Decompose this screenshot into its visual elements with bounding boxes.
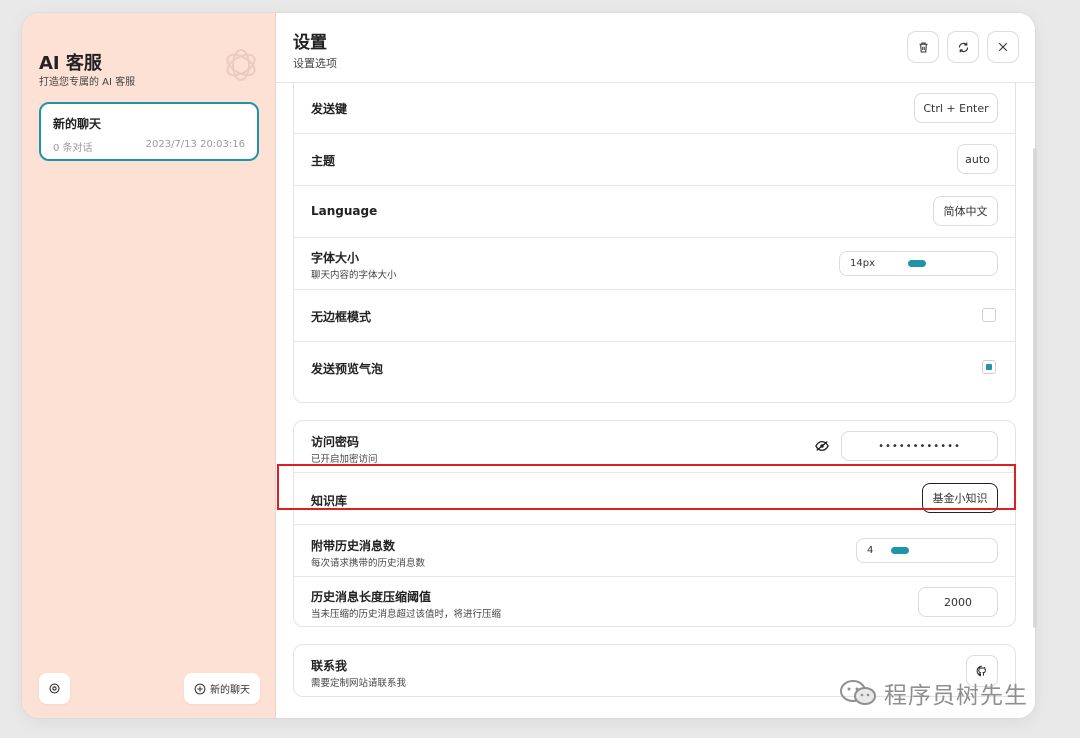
delete-button[interactable] — [907, 31, 939, 63]
new-chat-button[interactable]: 新的聊天 — [184, 673, 260, 704]
wechat-icon — [840, 680, 876, 705]
delete-icon — [918, 42, 928, 52]
send-preview-label: 发送预览气泡 — [311, 362, 384, 376]
compress-threshold-label: 历史消息长度压缩阈值 — [311, 590, 432, 604]
setting-compress-threshold: 历史消息长度压缩阈值 当未压缩的历史消息超过该值时，将进行压缩 2000 — [294, 577, 1015, 626]
app-subtitle: 打造您专属的 AI 客服 — [39, 77, 136, 88]
eye-off-icon[interactable] — [815, 440, 829, 452]
send-key-select[interactable]: Ctrl + Enter — [914, 93, 998, 123]
openai-logo-icon — [226, 49, 256, 81]
access-password-desc: 已开启加密访问 — [311, 454, 378, 465]
page-title: 设置 — [293, 33, 327, 53]
history-count-value: 4 — [867, 545, 874, 556]
history-count-desc: 每次请求携带的历史消息数 — [311, 558, 426, 569]
chat-item-title: 新的聊天 — [53, 117, 102, 131]
sidebar: AI 客服 打造您专属的 AI 客服 新的聊天 0 条对话 2023/7/13 … — [22, 13, 276, 718]
page-subtitle: 设置选项 — [293, 57, 337, 70]
setting-language: Language 简体中文 — [294, 186, 1015, 238]
settings-panel: 设置 设置选项 发送键 Ctrl + Enter 主题 auto Languag… — [276, 13, 1035, 718]
font-size-label: 字体大小 — [311, 251, 360, 265]
close-button[interactable] — [987, 31, 1019, 63]
scrollbar[interactable] — [1033, 148, 1037, 628]
setting-history-count: 附带历史消息数 每次请求携带的历史消息数 4 — [294, 525, 1015, 577]
compress-threshold-desc: 当未压缩的历史消息超过该值时，将进行压缩 — [311, 609, 502, 620]
send-preview-checkbox[interactable] — [982, 360, 996, 374]
knowledge-base-label: 知识库 — [311, 494, 348, 508]
font-size-desc: 聊天内容的字体大小 — [311, 270, 397, 281]
app-title: AI 客服 — [39, 53, 102, 74]
settings-button[interactable] — [39, 673, 70, 704]
contact-desc: 需要定制网站请联系我 — [311, 678, 407, 689]
setting-borderless: 无边框模式 — [294, 290, 1015, 342]
history-count-label: 附带历史消息数 — [311, 539, 396, 553]
language-label: Language — [311, 204, 378, 218]
setting-theme: 主题 auto — [294, 134, 1015, 186]
watermark: 程序员树先生 — [838, 676, 1028, 710]
borderless-checkbox[interactable] — [982, 308, 996, 322]
send-key-label: 发送键 — [311, 102, 348, 116]
history-count-slider[interactable]: 4 — [856, 538, 998, 563]
settings-content: 发送键 Ctrl + Enter 主题 auto Language 简体中文 字… — [276, 83, 1035, 718]
settings-group-access: 访问密码 已开启加密访问 •••••••••••• 知识库 基金小知识 附带历史… — [293, 420, 1016, 627]
borderless-label: 无边框模式 — [311, 310, 372, 324]
settings-gear-icon — [49, 683, 60, 694]
font-size-value: 14px — [850, 258, 875, 269]
app-window: AI 客服 打造您专属的 AI 客服 新的聊天 0 条对话 2023/7/13 … — [21, 12, 1036, 719]
plus-circle-icon — [194, 683, 206, 694]
setting-send-key: 发送键 Ctrl + Enter — [294, 83, 1015, 134]
compress-threshold-input[interactable]: 2000 — [918, 587, 998, 617]
close-icon — [998, 42, 1008, 52]
theme-select[interactable]: auto — [957, 144, 998, 174]
setting-access-password: 访问密码 已开启加密访问 •••••••••••• — [294, 421, 1015, 473]
chat-item-date: 2023/7/13 20:03:16 — [145, 139, 245, 150]
language-select[interactable]: 简体中文 — [933, 196, 998, 226]
settings-group-general: 发送键 Ctrl + Enter 主题 auto Language 简体中文 字… — [293, 83, 1016, 403]
reset-icon — [958, 42, 968, 52]
setting-send-preview: 发送预览气泡 — [294, 342, 1015, 402]
watermark-text: 程序员树先生 — [884, 683, 1028, 709]
setting-knowledge-base: 知识库 基金小知识 — [294, 473, 1015, 525]
font-size-slider-thumb[interactable] — [908, 260, 926, 267]
settings-header: 设置 设置选项 — [276, 13, 1035, 83]
history-count-slider-thumb[interactable] — [891, 547, 909, 554]
knowledge-base-select[interactable]: 基金小知识 — [922, 483, 998, 513]
access-password-label: 访问密码 — [311, 435, 360, 449]
contact-label: 联系我 — [311, 659, 348, 673]
font-size-slider[interactable]: 14px — [839, 251, 998, 276]
chat-list-item[interactable]: 新的聊天 0 条对话 2023/7/13 20:03:16 — [39, 102, 259, 161]
access-password-input[interactable]: •••••••••••• — [841, 431, 998, 461]
theme-label: 主题 — [311, 154, 336, 168]
setting-font-size: 字体大小 聊天内容的字体大小 14px — [294, 238, 1015, 290]
chat-item-count: 0 条对话 — [53, 143, 93, 154]
reset-button[interactable] — [947, 31, 979, 63]
new-chat-label: 新的聊天 — [210, 685, 250, 696]
